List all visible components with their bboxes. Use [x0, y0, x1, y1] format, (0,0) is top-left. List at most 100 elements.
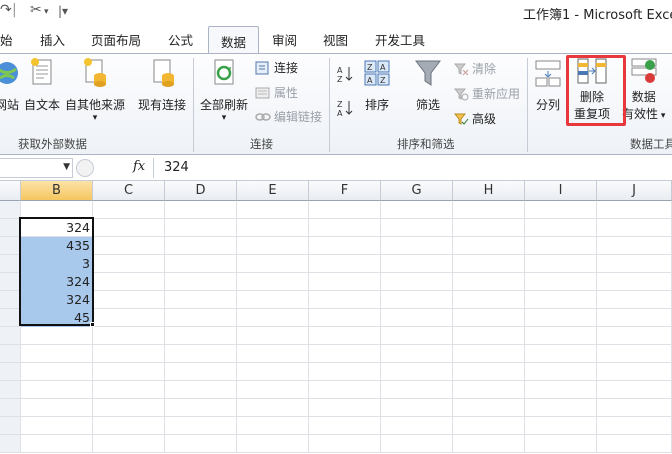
- tab-data[interactable]: 数据: [208, 26, 260, 54]
- grid-cell[interactable]: [237, 327, 309, 345]
- tab-view[interactable]: 视图: [323, 30, 348, 49]
- grid-cell[interactable]: [381, 255, 453, 273]
- row-header[interactable]: [0, 219, 21, 237]
- grid-cell[interactable]: [525, 291, 597, 309]
- column-header-c[interactable]: C: [93, 181, 165, 201]
- grid-cell[interactable]: [93, 273, 165, 291]
- grid-cell[interactable]: [525, 345, 597, 363]
- grid-cell[interactable]: [381, 327, 453, 345]
- grid-cell[interactable]: [93, 237, 165, 255]
- grid-cell[interactable]: [237, 201, 309, 219]
- grid-cell[interactable]: [597, 237, 672, 255]
- grid-cell[interactable]: [525, 237, 597, 255]
- column-header-e[interactable]: E: [237, 181, 309, 201]
- grid-cell[interactable]: [309, 345, 381, 363]
- connections-button[interactable]: 连接: [255, 59, 298, 76]
- refresh-all-button[interactable]: 全部刷新 ▾: [200, 56, 248, 123]
- column-header-f[interactable]: F: [309, 181, 381, 201]
- tab-formulas[interactable]: 公式: [168, 30, 193, 49]
- grid-cell[interactable]: [21, 381, 93, 399]
- grid-cell[interactable]: [237, 273, 309, 291]
- grid-cell[interactable]: [237, 219, 309, 237]
- grid-cell[interactable]: [165, 327, 237, 345]
- tools-icon[interactable]: ✂: [30, 2, 42, 18]
- grid-cell[interactable]: [525, 399, 597, 417]
- grid-cell[interactable]: [381, 345, 453, 363]
- grid-cell[interactable]: [381, 201, 453, 219]
- grid-cell[interactable]: [525, 201, 597, 219]
- grid-cell[interactable]: [597, 291, 672, 309]
- grid-cell[interactable]: [21, 327, 93, 345]
- grid-cell[interactable]: [237, 291, 309, 309]
- grid-cell[interactable]: [453, 309, 525, 327]
- row-header[interactable]: [0, 291, 21, 309]
- grid-cell[interactable]: [165, 363, 237, 381]
- grid-cell[interactable]: [597, 309, 672, 327]
- tab-insert[interactable]: 插入: [40, 30, 65, 49]
- grid-cell[interactable]: [597, 435, 672, 453]
- insert-function-icon[interactable]: fx: [133, 159, 145, 174]
- grid-cell[interactable]: [21, 399, 93, 417]
- customize-toolbar-icon[interactable]: |▾: [58, 4, 68, 18]
- reapply-button[interactable]: 重新应用: [453, 85, 520, 102]
- grid-cell[interactable]: [21, 345, 93, 363]
- grid-cell[interactable]: [525, 435, 597, 453]
- grid-cell[interactable]: [597, 273, 672, 291]
- grid-cell[interactable]: [309, 381, 381, 399]
- row-header[interactable]: [0, 327, 21, 345]
- grid-cell[interactable]: [525, 309, 597, 327]
- grid-cell[interactable]: [237, 435, 309, 453]
- grid-cell[interactable]: [597, 381, 672, 399]
- row-header[interactable]: [0, 417, 21, 435]
- grid-cell[interactable]: [309, 255, 381, 273]
- column-header-g[interactable]: G: [381, 181, 453, 201]
- grid-cell[interactable]: [93, 201, 165, 219]
- grid-cell[interactable]: [453, 273, 525, 291]
- tab-home[interactable]: 始: [0, 30, 13, 49]
- clear-filter-button[interactable]: 清除: [453, 60, 496, 77]
- row-header[interactable]: [0, 309, 21, 327]
- grid-cell[interactable]: [237, 363, 309, 381]
- grid-cell[interactable]: [93, 309, 165, 327]
- grid-cell[interactable]: [597, 219, 672, 237]
- grid-cell[interactable]: [453, 381, 525, 399]
- grid-cell[interactable]: [309, 417, 381, 435]
- grid-cell[interactable]: [237, 399, 309, 417]
- grid-cell[interactable]: [21, 435, 93, 453]
- row-header[interactable]: [0, 273, 21, 291]
- grid-cell[interactable]: [165, 237, 237, 255]
- grid-cell[interactable]: [237, 309, 309, 327]
- grid-cell[interactable]: [309, 291, 381, 309]
- from-text-button[interactable]: 自文本: [24, 56, 60, 113]
- grid-cell[interactable]: [453, 327, 525, 345]
- row-header[interactable]: [0, 435, 21, 453]
- grid-cell[interactable]: [453, 399, 525, 417]
- grid-cell[interactable]: [381, 435, 453, 453]
- column-header-b[interactable]: B: [21, 181, 93, 201]
- grid-cell[interactable]: [453, 255, 525, 273]
- grid-cell[interactable]: [93, 255, 165, 273]
- grid-cell[interactable]: [597, 327, 672, 345]
- tab-page-layout[interactable]: 页面布局: [91, 30, 141, 49]
- grid-cell[interactable]: [93, 219, 165, 237]
- grid-cell[interactable]: [453, 291, 525, 309]
- grid-cell[interactable]: [309, 435, 381, 453]
- formula-input[interactable]: 324: [164, 160, 189, 175]
- grid-cell[interactable]: [525, 219, 597, 237]
- text-to-columns-button[interactable]: 分列: [533, 56, 563, 113]
- column-header-i[interactable]: I: [525, 181, 597, 201]
- grid-cell[interactable]: [309, 237, 381, 255]
- grid-cell[interactable]: [597, 345, 672, 363]
- row-header[interactable]: [0, 255, 21, 273]
- tools-dropdown-icon[interactable]: ▾: [44, 7, 49, 17]
- grid-cell[interactable]: [165, 417, 237, 435]
- grid-cell[interactable]: [93, 417, 165, 435]
- grid-cell[interactable]: [525, 363, 597, 381]
- row-header[interactable]: [0, 363, 21, 381]
- grid-cell[interactable]: [237, 237, 309, 255]
- tab-developer[interactable]: 开发工具: [375, 30, 425, 49]
- grid-cell[interactable]: [597, 399, 672, 417]
- grid-cell[interactable]: [309, 327, 381, 345]
- grid-cell[interactable]: [165, 309, 237, 327]
- grid-cell[interactable]: [309, 201, 381, 219]
